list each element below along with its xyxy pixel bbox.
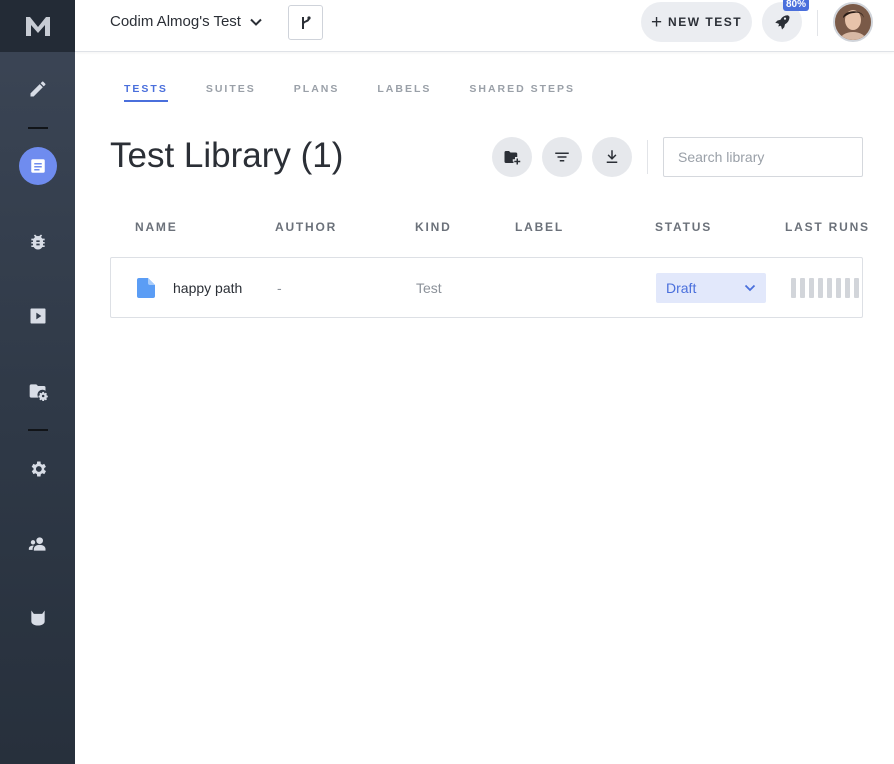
status-dropdown[interactable]: Draft xyxy=(656,273,766,303)
column-header-name[interactable]: NAME xyxy=(135,220,178,234)
avatar[interactable] xyxy=(833,2,873,42)
run-bar[interactable] xyxy=(836,278,841,298)
logo[interactable] xyxy=(0,0,75,52)
test-author: - xyxy=(277,279,282,296)
user-photo xyxy=(835,4,871,40)
status-value: Draft xyxy=(666,280,697,296)
add-folder-icon xyxy=(504,151,521,165)
chevron-down-icon xyxy=(744,284,756,292)
column-header-status[interactable]: STATUS xyxy=(655,220,712,234)
chevron-down-icon xyxy=(250,18,262,26)
tab-plans[interactable]: PLANS xyxy=(294,83,340,102)
add-folder-button[interactable] xyxy=(492,137,532,177)
new-test-button[interactable]: + NEW TEST xyxy=(641,2,752,42)
filter-button[interactable] xyxy=(542,137,582,177)
branch-button[interactable] xyxy=(288,5,323,40)
run-bar[interactable] xyxy=(854,278,859,298)
run-bar[interactable] xyxy=(800,278,805,298)
tab-labels[interactable]: LABELS xyxy=(377,83,431,102)
toolbar-divider xyxy=(647,140,648,174)
run-bar[interactable] xyxy=(809,278,814,298)
sidebar xyxy=(0,0,75,764)
rocket-icon xyxy=(775,15,790,30)
sidebar-divider xyxy=(28,127,48,129)
last-runs xyxy=(791,278,859,298)
new-test-label: NEW TEST xyxy=(668,15,743,29)
table-row[interactable]: happy path - Test Draft xyxy=(110,257,863,318)
search-input[interactable] xyxy=(663,137,863,177)
folder-settings-icon[interactable] xyxy=(22,375,54,407)
users-icon[interactable] xyxy=(22,528,54,560)
project-name: Codim Almog's Test xyxy=(110,13,241,30)
library-tabs: TESTS SUITES PLANS LABELS SHARED STEPS xyxy=(124,83,613,102)
run-bar[interactable] xyxy=(818,278,823,298)
run-bar[interactable] xyxy=(791,278,796,298)
run-bar[interactable] xyxy=(827,278,832,298)
sidebar-divider xyxy=(28,429,48,431)
column-header-last-runs: LAST RUNS xyxy=(785,220,870,234)
page-title: Test Library (1) xyxy=(110,136,344,175)
column-header-kind[interactable]: KIND xyxy=(415,220,452,234)
topbar-divider xyxy=(817,10,818,36)
bug-icon[interactable] xyxy=(22,226,54,258)
play-icon[interactable] xyxy=(22,300,54,332)
column-header-author[interactable]: AUTHOR xyxy=(275,220,337,234)
column-header-label[interactable]: LABEL xyxy=(515,220,564,234)
top-bar: Codim Almog's Test + NEW TEST 80% xyxy=(75,0,894,52)
document-icon xyxy=(137,258,155,317)
progress-badge: 80% xyxy=(783,0,810,11)
plus-icon: + xyxy=(650,11,663,33)
project-selector[interactable]: Codim Almog's Test xyxy=(110,13,263,30)
download-icon xyxy=(606,150,618,163)
download-button[interactable] xyxy=(592,137,632,177)
mask-icon[interactable] xyxy=(22,602,54,634)
filter-icon xyxy=(555,152,569,162)
branch-icon xyxy=(301,15,311,29)
pencil-icon[interactable] xyxy=(22,73,54,105)
test-kind: Test xyxy=(416,279,442,296)
m-logo-icon xyxy=(25,17,50,36)
library-icon[interactable] xyxy=(19,147,57,185)
test-name[interactable]: happy path xyxy=(173,258,242,317)
gear-icon[interactable] xyxy=(22,453,54,485)
tab-suites[interactable]: SUITES xyxy=(206,83,256,102)
tab-shared-steps[interactable]: SHARED STEPS xyxy=(469,83,575,102)
run-bar[interactable] xyxy=(845,278,850,298)
tab-tests[interactable]: TESTS xyxy=(124,83,168,102)
